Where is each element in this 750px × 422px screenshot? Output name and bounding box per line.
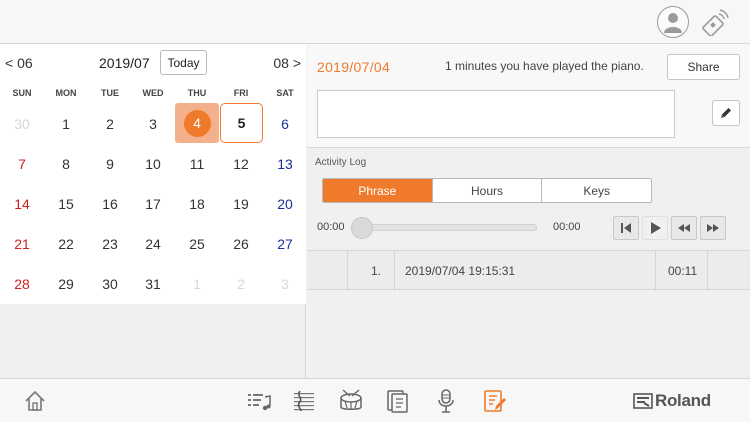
day-cell[interactable]: 1	[175, 264, 219, 304]
roland-logo: Roland	[633, 391, 711, 410]
roland-mark-icon	[633, 393, 653, 409]
day-cell[interactable]: 22	[44, 224, 88, 264]
day-cell[interactable]: 30	[88, 264, 132, 304]
log-index: 1.	[371, 264, 382, 278]
activity-log-label: Activity Log	[315, 157, 367, 168]
sheet-music-icon[interactable]	[385, 388, 411, 414]
day-cell[interactable]: 30	[0, 104, 44, 144]
calendar: < 06 2019/07 Today 08 > SUN MON TUE WED …	[0, 44, 306, 304]
edit-memo-button[interactable]	[712, 100, 740, 126]
roland-wordmark: Roland	[655, 391, 711, 410]
day-cell[interactable]: 16	[88, 184, 132, 224]
detail-pane: 2019/07/04 1 minutes you have played the…	[307, 44, 750, 378]
day-cell[interactable]: 9	[88, 144, 132, 184]
home-icon[interactable]	[22, 388, 48, 414]
day-cell[interactable]: 19	[219, 184, 263, 224]
drum-icon[interactable]	[338, 388, 364, 414]
weekday-label: THU	[187, 88, 207, 98]
day-cell[interactable]: 13	[263, 144, 307, 184]
fast-forward-button[interactable]	[700, 216, 726, 240]
day-cell[interactable]: 6	[263, 104, 307, 144]
day-cell-today[interactable]: 4	[175, 103, 219, 143]
day-cell-selected[interactable]: 5	[220, 103, 263, 143]
day-cell[interactable]: 3	[263, 264, 307, 304]
user-avatar-icon[interactable]	[657, 6, 689, 38]
day-cell[interactable]: 10	[131, 144, 175, 184]
activity-tabs: Phrase Hours Keys	[322, 178, 652, 203]
today-button[interactable]: Today	[160, 50, 207, 75]
log-datetime: 2019/07/04 19:15:31	[405, 264, 516, 278]
day-summary: 2019/07/04 1 minutes you have played the…	[307, 44, 750, 148]
playback-duration: 00:00	[553, 221, 581, 233]
day-cell[interactable]: 20	[263, 184, 307, 224]
day-cell[interactable]: 7	[0, 144, 44, 184]
weekday-label: SUN	[12, 88, 32, 98]
weekday-label: WED	[142, 88, 164, 98]
day-cell[interactable]: 25	[175, 224, 219, 264]
seek-handle[interactable]	[351, 217, 373, 239]
microphone-icon[interactable]	[433, 388, 459, 414]
fast-forward-icon	[707, 224, 719, 232]
weekday-label: SAT	[276, 88, 294, 98]
day-cell[interactable]: 12	[219, 144, 263, 184]
day-cell[interactable]: 11	[175, 144, 219, 184]
bottom-nav-bar: Roland	[0, 378, 750, 422]
tab-hours[interactable]: Hours	[433, 179, 543, 202]
day-cell[interactable]: 21	[0, 224, 44, 264]
play-button[interactable]	[642, 216, 668, 240]
day-cell[interactable]: 24	[131, 224, 175, 264]
play-icon	[651, 222, 661, 234]
weekday-header: SUN MON TUE WED THU FRI SAT	[0, 88, 306, 102]
day-cell[interactable]: 8	[44, 144, 88, 184]
bluetooth-device-icon[interactable]	[700, 8, 730, 37]
share-button[interactable]: Share	[667, 54, 740, 80]
played-time-message: 1 minutes you have played the piano.	[445, 59, 644, 73]
pencil-icon	[721, 108, 731, 118]
skip-back-icon	[621, 223, 631, 233]
top-bar	[0, 0, 750, 44]
day-cell[interactable]: 2	[88, 104, 132, 144]
skip-to-start-button[interactable]	[613, 216, 639, 240]
day-cell[interactable]: 1	[44, 104, 88, 144]
day-cell[interactable]: 2	[219, 264, 263, 304]
day-cell[interactable]: 14	[0, 184, 44, 224]
log-row[interactable]: 1. 2019/07/04 19:15:31 00:11	[307, 250, 750, 291]
today-day-number: 4	[183, 109, 211, 137]
prev-month-button[interactable]: < 06	[5, 55, 33, 71]
day-cell[interactable]: 3	[131, 104, 175, 144]
day-cell[interactable]: 28	[0, 264, 44, 304]
day-cell[interactable]: 29	[44, 264, 88, 304]
tab-keys[interactable]: Keys	[542, 179, 651, 202]
selected-date: 2019/07/04	[317, 59, 391, 75]
tab-phrase[interactable]: Phrase	[323, 179, 433, 202]
seek-bar[interactable]	[359, 224, 537, 231]
month-label: 2019/07	[99, 55, 150, 71]
day-cell[interactable]: 27	[263, 224, 307, 264]
weekday-label: FRI	[233, 88, 249, 98]
rewind-button[interactable]	[671, 216, 697, 240]
log-duration: 00:11	[668, 264, 698, 278]
rewind-icon	[678, 224, 690, 232]
day-cell[interactable]: 23	[88, 224, 132, 264]
weekday-label: MON	[55, 88, 77, 98]
diary-icon[interactable]	[481, 388, 507, 414]
memo-field[interactable]	[317, 90, 675, 138]
next-month-button[interactable]: 08 >	[273, 55, 301, 71]
day-cell[interactable]: 18	[175, 184, 219, 224]
day-cell[interactable]: 31	[131, 264, 175, 304]
weekday-label: TUE	[101, 88, 119, 98]
song-list-icon[interactable]	[246, 388, 272, 414]
day-cell[interactable]: 26	[219, 224, 263, 264]
day-cell[interactable]: 15	[44, 184, 88, 224]
score-icon[interactable]	[291, 388, 317, 414]
calendar-pane: < 06 2019/07 Today 08 > SUN MON TUE WED …	[0, 44, 306, 378]
playback-position: 00:00	[317, 221, 345, 233]
day-cell[interactable]: 17	[131, 184, 175, 224]
